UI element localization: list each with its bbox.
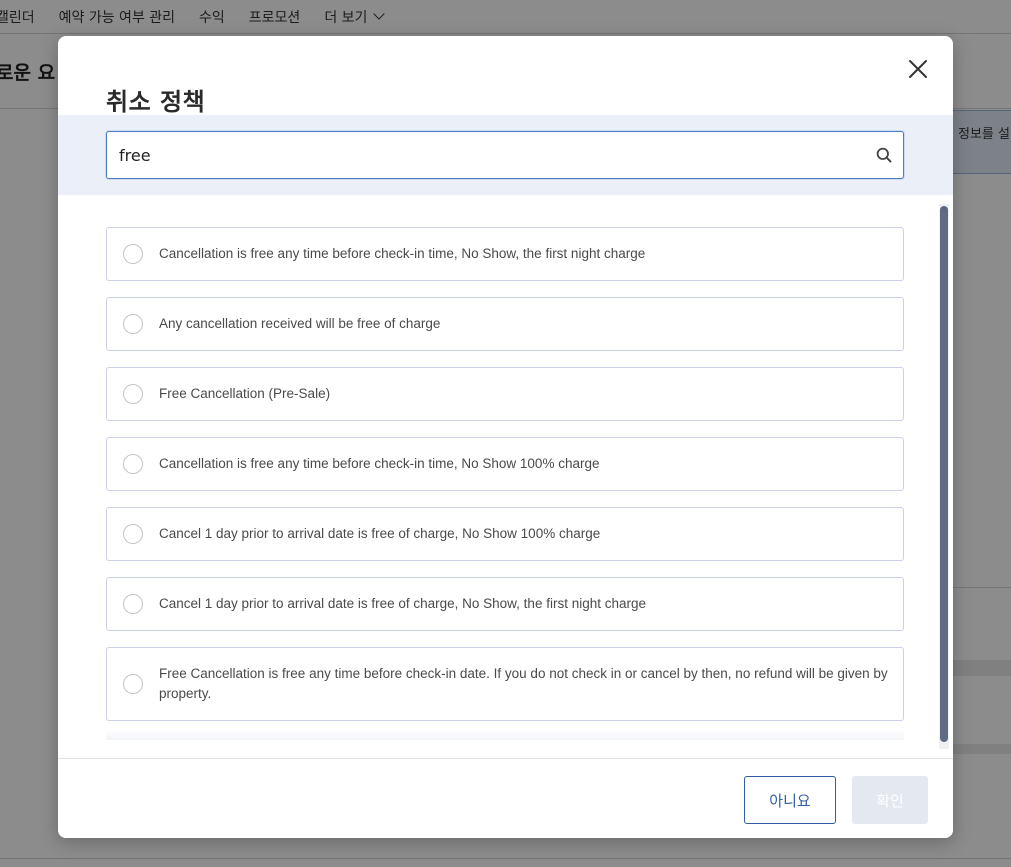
scrollbar-thumb[interactable]	[940, 206, 948, 742]
cancellation-policy-dialog: 취소 정책 Cancellation is free any time befo…	[58, 36, 953, 838]
policy-option-label: Any cancellation received will be free o…	[159, 316, 441, 331]
radio-button[interactable]	[123, 594, 143, 614]
policy-option[interactable]: Cancellation is free any time before che…	[106, 437, 904, 491]
policy-option-label: Free Cancellation is free any time befor…	[159, 666, 888, 701]
radio-button[interactable]	[123, 384, 143, 404]
dialog-title: 취소 정책	[106, 88, 206, 116]
radio-button[interactable]	[123, 524, 143, 544]
policy-option-label: Cancel 1 day prior to arrival date is fr…	[159, 596, 647, 611]
policy-option[interactable]: Any cancellation received will be free o…	[106, 297, 904, 351]
radio-button[interactable]	[123, 454, 143, 474]
policy-options-list: Cancellation is free any time before che…	[106, 227, 904, 737]
policy-option[interactable]: Free Cancellation is free any time befor…	[106, 647, 904, 721]
policy-option[interactable]: Cancellation is free any time before che…	[106, 227, 904, 281]
scrollbar-track[interactable]	[939, 204, 949, 749]
policy-option-label: Cancel 1 day prior to arrival date is fr…	[159, 526, 601, 541]
close-icon	[909, 60, 927, 78]
policy-option[interactable]: Cancel 1 day prior to arrival date is fr…	[106, 507, 904, 561]
policy-option-label: Cancellation is free any time before che…	[159, 456, 600, 471]
list-fade	[106, 730, 904, 740]
close-button[interactable]	[906, 57, 930, 81]
policy-option-label: Free Cancellation (Pre-Sale)	[159, 386, 331, 401]
search-field[interactable]	[106, 131, 904, 179]
radio-button[interactable]	[123, 314, 143, 334]
search-input[interactable]	[107, 132, 867, 178]
no-button[interactable]: 아니요	[744, 776, 836, 824]
dialog-footer: 아니요 확인	[58, 758, 953, 838]
radio-button[interactable]	[123, 244, 143, 264]
policy-option-label: Cancellation is free any time before che…	[159, 246, 646, 261]
search-section	[58, 115, 953, 195]
policy-option[interactable]: Cancel 1 day prior to arrival date is fr…	[106, 577, 904, 631]
search-icon[interactable]	[876, 147, 892, 163]
confirm-button[interactable]: 확인	[852, 776, 928, 824]
policy-option[interactable]: Free Cancellation (Pre-Sale)	[106, 367, 904, 421]
radio-button[interactable]	[123, 674, 143, 694]
